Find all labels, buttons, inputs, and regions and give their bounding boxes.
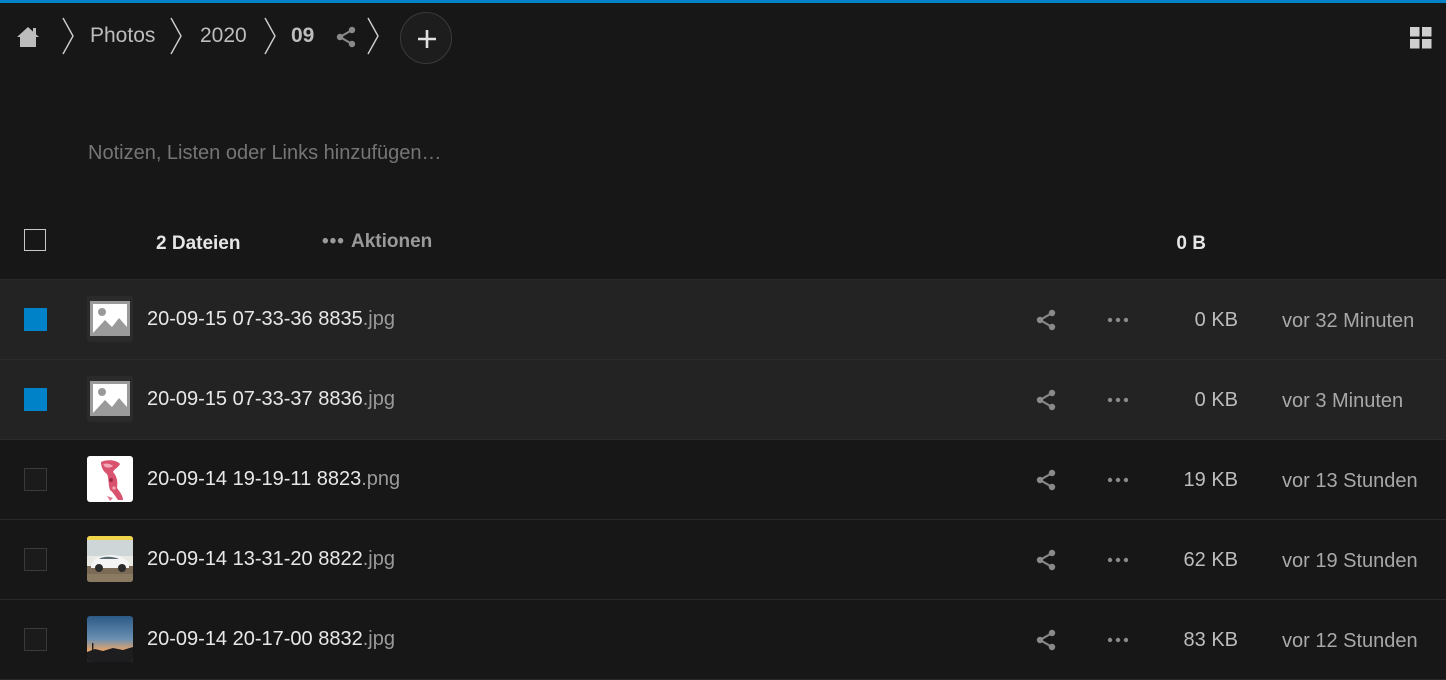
share-icon[interactable] <box>1034 628 1058 652</box>
sunset-photo-thumbnail <box>87 616 133 662</box>
file-size: 62 KB <box>1183 549 1238 571</box>
file-name[interactable]: 20-09-15 07-33-36 8835.jpg <box>147 308 395 331</box>
file-row[interactable]: 20-09-14 13-31-20 8822.jpg 62 KB vor 19 … <box>0 520 1446 600</box>
file-size: 83 KB <box>1183 629 1238 651</box>
plus-icon <box>418 30 436 48</box>
pink-drawing-thumbnail <box>87 456 133 502</box>
breadcrumb-separator-icon <box>62 17 74 55</box>
file-basename: 20-09-14 13-31-20 8822 <box>147 548 363 570</box>
file-name[interactable]: 20-09-15 07-33-37 8836.jpg <box>147 388 395 411</box>
file-count: 2 Dateien <box>156 233 241 254</box>
share-icon[interactable] <box>1034 468 1058 492</box>
car-photo-thumbnail <box>87 536 133 582</box>
select-all-checkbox[interactable] <box>24 229 46 251</box>
file-extension: .png <box>361 468 401 490</box>
file-name[interactable]: 20-09-14 20-17-00 8832.jpg <box>147 628 395 651</box>
share-icon[interactable] <box>334 25 358 49</box>
file-checkbox[interactable] <box>24 628 47 651</box>
file-basename: 20-09-15 07-33-36 8835 <box>147 308 363 330</box>
total-size: 0 B <box>1176 233 1206 254</box>
notes-input[interactable] <box>86 138 890 168</box>
share-icon[interactable] <box>1034 308 1058 332</box>
file-size: 0 KB <box>1194 309 1238 331</box>
file-extension: .jpg <box>362 628 395 650</box>
file-row[interactable]: 20-09-15 07-33-36 8835.jpg 0 KB vor 32 M… <box>0 280 1446 360</box>
file-checkbox[interactable] <box>24 308 47 331</box>
file-extension: .jpg <box>362 388 395 410</box>
breadcrumb: Photos 2020 09 <box>0 3 1446 71</box>
breadcrumb-item-photos[interactable]: Photos <box>90 24 155 48</box>
placeholder-image-icon <box>87 296 133 342</box>
file-row[interactable]: 20-09-14 19-19-11 8823.png 19 KB vor 13 … <box>0 440 1446 520</box>
file-modified: vor 13 Stunden <box>1282 470 1418 492</box>
breadcrumb-item-2020[interactable]: 2020 <box>200 24 247 48</box>
file-basename: 20-09-14 19-19-11 8823 <box>147 468 362 490</box>
file-checkbox[interactable] <box>24 468 47 491</box>
file-extension: .jpg <box>362 308 395 330</box>
share-icon[interactable] <box>1034 548 1058 572</box>
file-checkbox[interactable] <box>24 388 47 411</box>
actions-menu-button[interactable]: ••• Aktionen <box>322 231 432 253</box>
more-options-icon[interactable] <box>1104 630 1132 650</box>
file-modified: vor 32 Minuten <box>1282 310 1415 332</box>
file-size: 0 KB <box>1194 389 1238 411</box>
file-extension: .jpg <box>362 548 395 570</box>
file-basename: 20-09-15 07-33-37 8836 <box>147 388 363 410</box>
file-row[interactable]: 20-09-15 07-33-37 8836.jpg 0 KB vor 3 Mi… <box>0 360 1446 440</box>
actions-label: Aktionen <box>350 231 433 252</box>
add-new-button[interactable] <box>400 12 452 64</box>
file-name[interactable]: 20-09-14 19-19-11 8823.png <box>147 468 400 491</box>
grid-view-icon[interactable] <box>1410 27 1432 49</box>
file-size: 19 KB <box>1183 469 1238 491</box>
more-options-icon[interactable] <box>1104 470 1132 490</box>
breadcrumb-separator-icon <box>170 17 182 55</box>
more-options-icon[interactable] <box>1104 550 1132 570</box>
file-list-header: 2 Dateien ••• Aktionen 0 B <box>0 203 1446 280</box>
more-options-icon[interactable] <box>1104 390 1132 410</box>
file-row[interactable]: 20-09-14 20-17-00 8832.jpg 83 KB vor 12 … <box>0 600 1446 680</box>
file-name[interactable]: 20-09-14 13-31-20 8822.jpg <box>147 548 395 571</box>
share-icon[interactable] <box>1034 388 1058 412</box>
file-modified: vor 3 Minuten <box>1282 390 1404 412</box>
breadcrumb-separator-icon <box>264 17 276 55</box>
file-modified: vor 19 Stunden <box>1282 550 1418 572</box>
file-checkbox[interactable] <box>24 548 47 571</box>
more-options-icon[interactable] <box>1104 310 1132 330</box>
file-modified: vor 12 Stunden <box>1282 630 1418 652</box>
home-icon[interactable] <box>14 23 42 51</box>
breadcrumb-item-current[interactable]: 09 <box>291 24 314 48</box>
breadcrumb-separator-icon <box>367 17 379 55</box>
file-basename: 20-09-14 20-17-00 8832 <box>147 628 363 650</box>
more-dots-icon: ••• <box>322 231 345 252</box>
placeholder-image-icon <box>87 376 133 422</box>
